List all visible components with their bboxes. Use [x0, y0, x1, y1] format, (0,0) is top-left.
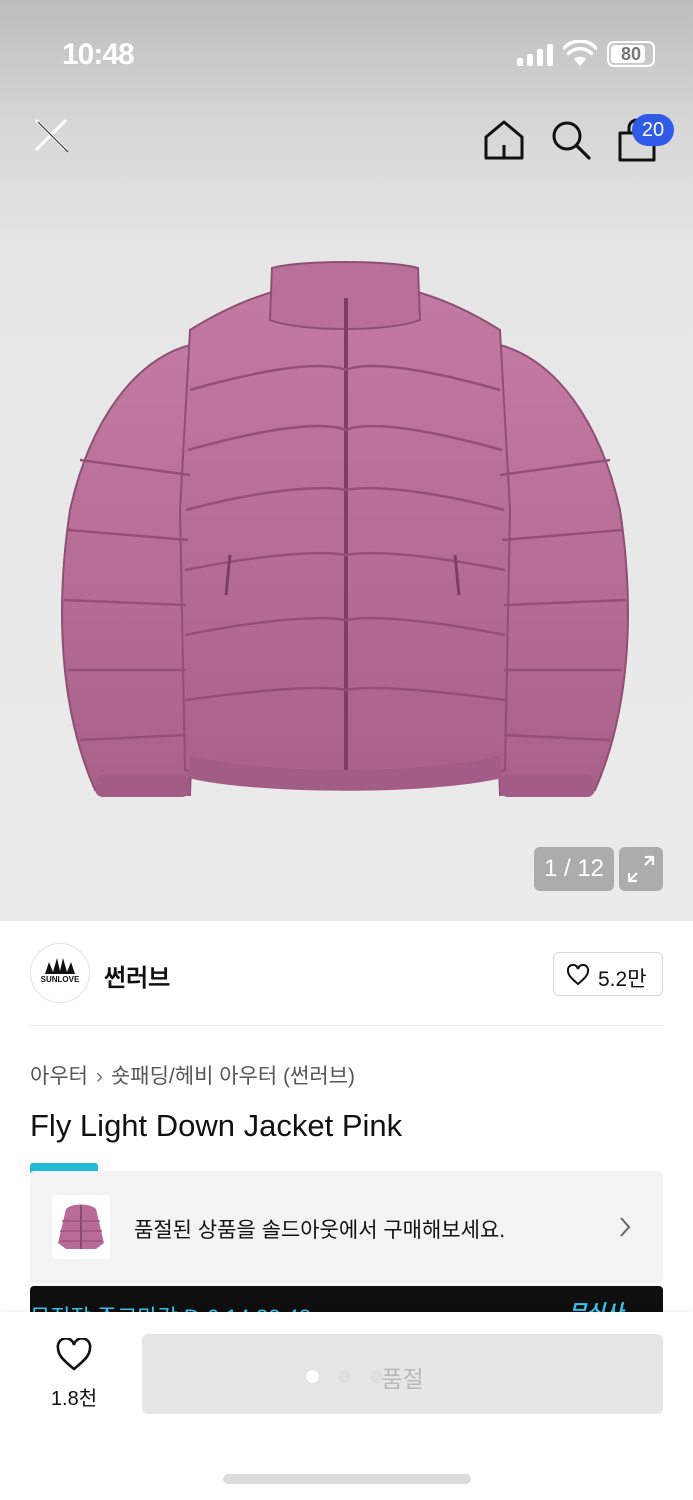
divider — [30, 1025, 663, 1026]
brand-logo[interactable]: SUNLOVE — [30, 943, 90, 1003]
brand-logo-text: SUNLOVE — [40, 975, 80, 984]
home-indicator — [223, 1474, 471, 1484]
close-icon[interactable] — [28, 112, 74, 158]
expand-icon[interactable] — [619, 847, 663, 891]
wifi-icon — [563, 40, 597, 66]
page-dot — [338, 1370, 351, 1383]
wishlist-button[interactable]: 1.8천 — [40, 1338, 108, 1410]
signal-icon — [517, 44, 553, 66]
search-icon[interactable] — [549, 118, 593, 162]
page-dot — [370, 1370, 383, 1383]
brand-like-button[interactable]: 5.2만 — [553, 952, 663, 996]
breadcrumb: 아우터 › 숏패딩/헤비 아우터 (썬러브) — [30, 1060, 355, 1090]
breadcrumb-item-category[interactable]: 아우터 — [30, 1065, 88, 1088]
cart-count-badge: 20 — [632, 114, 674, 146]
brand-row[interactable]: SUNLOVE 썬러브 5.2만 — [30, 943, 663, 1005]
soldout-button[interactable]: 품절 — [142, 1334, 663, 1414]
sun-logo-icon — [45, 958, 75, 974]
image-counter: 1 / 12 — [534, 847, 614, 891]
soldout-thumbnail — [52, 1195, 110, 1259]
soldout-banner[interactable]: 품절된 상품을 솔드아웃에서 구매해보세요. — [30, 1171, 663, 1283]
status-bar: 10:48 80 — [0, 0, 693, 100]
bottom-action-bar: 1.8천 품절 — [0, 1312, 693, 1500]
product-title: Fly Light Down Jacket Pink — [30, 1108, 403, 1143]
page-dot-active — [306, 1370, 319, 1383]
brand-like-count: 5.2만 — [598, 968, 647, 991]
battery-level: 80 — [620, 44, 642, 64]
heart-icon — [56, 1338, 92, 1371]
soldout-button-label: 품절 — [381, 1366, 424, 1392]
heart-icon — [566, 964, 590, 986]
chevron-right-icon — [620, 1217, 631, 1237]
chevron-right-icon: › — [95, 1065, 103, 1088]
status-time: 10:48 — [62, 38, 135, 71]
battery-icon: 80 — [607, 41, 655, 67]
product-image-gallery[interactable]: 10:48 80 20 1 / 12 — [0, 0, 693, 921]
brand-name[interactable]: 썬러브 — [104, 958, 170, 993]
wishlist-count: 1.8천 — [50, 1388, 98, 1410]
breadcrumb-item-subcategory[interactable]: 숏패딩/헤비 아우터 (썬러브) — [111, 1065, 355, 1088]
soldout-banner-text: 품절된 상품을 솔드아웃에서 구매해보세요. — [134, 1219, 506, 1242]
home-icon[interactable] — [482, 118, 526, 162]
product-photo[interactable] — [40, 250, 650, 810]
